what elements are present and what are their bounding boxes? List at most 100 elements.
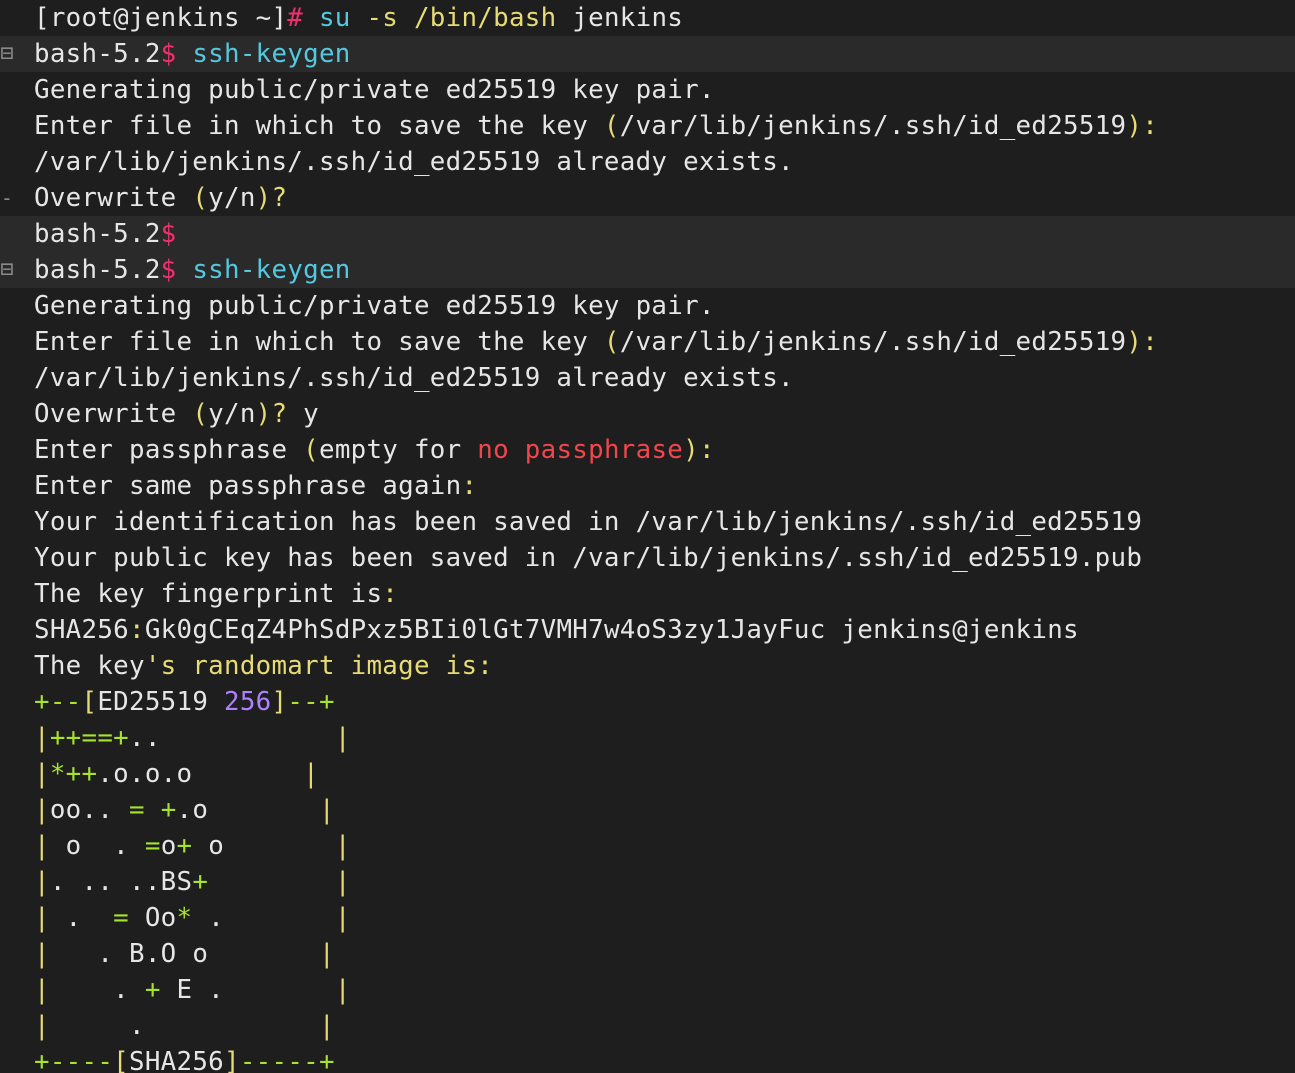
terminal-line: Your identification has been saved in /v… [0,504,1295,540]
terminal-text-segment: Enter file in which to save the key [34,327,604,357]
terminal-text-segment: o . [49,831,145,861]
terminal-text-segment: | [334,903,351,933]
terminal-line: | . | [0,1008,1295,1044]
fold-marker-icon[interactable]: ⊟ [0,36,14,72]
terminal-line: Generating public/private ed25519 key pa… [0,288,1295,324]
terminal-text-segment: )? [255,183,288,213]
terminal-text-segment: 's randomart image is: [144,651,494,681]
terminal-text-segment: The key [34,651,145,681]
terminal-text-segment: /var/lib/jenkins/.ssh/id_ed25519 already… [34,147,794,177]
terminal-text-segment: Enter file in which to save the key [34,111,604,141]
terminal-text-segment: o [160,831,177,861]
terminal-text-segment: --+ [287,687,335,717]
terminal-text-segment: no passphrase [477,435,684,465]
terminal-text-segment: | [334,831,351,861]
terminal-text-segment: ( [192,399,209,429]
terminal-text-segment: Enter same passphrase again [34,471,462,501]
terminal-line: Enter file in which to save the key (/va… [0,324,1295,360]
terminal-text-segment: Your public key has been saved in /var/l… [34,543,1143,573]
terminal-text-segment: ] [271,687,288,717]
terminal-text-segment: . [49,975,145,1005]
terminal-text-segment: | [34,723,50,753]
terminal-text-segment: + [144,975,161,1005]
terminal-text-segment: /var/lib/jenkins/.ssh/id_ed25519 [619,327,1127,357]
terminal-text-segment: )? [255,399,288,429]
terminal-line: [root@jenkins ~]# su -s /bin/bash jenkin… [0,0,1295,36]
terminal-text-segment: # [287,3,304,33]
terminal-line: /var/lib/jenkins/.ssh/id_ed25519 already… [0,360,1295,396]
terminal-line: ⊟ bash-5.2$ ssh-keygen [0,36,1295,72]
terminal-text-segment: ( [603,327,620,357]
terminal-text-segment: | [34,1011,50,1041]
terminal-text-segment: ): [1126,111,1159,141]
terminal-text-segment: bash-5.2 [34,255,161,285]
terminal-text-segment: + [192,867,209,897]
terminal-text-segment: | [34,795,50,825]
terminal-line: |*++.o.o.o | [0,756,1295,792]
terminal-text-segment: E . [160,975,335,1005]
terminal-text-segment: ( [303,435,319,465]
terminal-text-segment: . .. ..BS [49,867,193,897]
terminal-text-segment: : [129,615,145,645]
terminal-text-segment: empty for [318,435,478,465]
terminal-text-segment: | [34,939,50,969]
terminal-text-segment: ( [603,111,620,141]
terminal-text-segment: ): [683,435,715,465]
terminal-text-segment: su [303,3,367,33]
terminal-line: ⊟ bash-5.2$ ssh-keygen [0,252,1295,288]
terminal-text-segment: | [303,759,319,789]
terminal-text-segment: = [144,831,161,861]
terminal-text-segment: Your identification has been saved in /v… [34,507,1143,537]
terminal-text-segment: | [334,723,351,753]
terminal-text-segment: $ [160,219,177,249]
terminal-text-segment: | [319,795,335,825]
terminal-window[interactable]: [root@jenkins ~]# su -s /bin/bash jenkin… [0,0,1295,1073]
terminal-text-segment: -s /bin/bash [366,3,557,33]
terminal-text-segment: ++==+ [49,723,129,753]
terminal-text-segment: ] [224,1047,240,1073]
terminal-line: The key's randomart image is: [0,648,1295,684]
terminal-line: +----[SHA256]-----+ [0,1044,1295,1073]
terminal-text-segment: * [176,903,193,933]
gutter-dash-icon: - [0,186,14,210]
terminal-line: | o . =o+ o | [0,828,1295,864]
terminal-text-segment: | [318,1011,335,1041]
terminal-text-segment: . [49,903,114,933]
terminal-text-segment: /var/lib/jenkins/.ssh/id_ed25519 already… [34,363,794,393]
terminal-line: The key fingerprint is: [0,576,1295,612]
terminal-text-segment: y/n [208,183,256,213]
terminal-text-segment: bash-5.2 [34,39,161,69]
terminal-text-segment: *++ [49,759,98,789]
terminal-text-segment: [ [113,1047,129,1073]
terminal-line: |. .. ..BS+ | [0,864,1295,900]
terminal-line: Enter same passphrase again: [0,468,1295,504]
terminal-text-segment: = [113,903,130,933]
terminal-text-segment: ssh-keygen [176,255,351,285]
terminal-line: | . B.O o | [0,936,1295,972]
terminal-text-segment: Overwrite [34,399,193,429]
terminal-text-segment: /var/lib/jenkins/.ssh/id_ed25519 [619,111,1127,141]
terminal-text-segment: | [34,975,50,1005]
terminal-text-segment: : [461,471,478,501]
fold-marker-icon[interactable]: ⊟ [0,252,14,288]
terminal-line: - Overwrite (y/n)? [0,180,1295,216]
terminal-line: | . = Oo* . | [0,900,1295,936]
terminal-line: Generating public/private ed25519 key pa… [0,72,1295,108]
terminal-text-segment: +---- [34,1047,114,1073]
terminal-text-segment: ( [192,183,209,213]
terminal-text-segment: oo.. [49,795,129,825]
terminal-text-segment: | [318,939,335,969]
terminal-text-segment: Enter passphrase [34,435,304,465]
terminal-text-segment: .o.o.o [97,759,304,789]
terminal-text-segment: [ [81,687,98,717]
terminal-text-segment: | [334,867,351,897]
terminal-line: /var/lib/jenkins/.ssh/id_ed25519 already… [0,144,1295,180]
terminal-text-segment: 256 [224,687,272,717]
terminal-text-segment: Generating public/private ed25519 key pa… [34,75,715,105]
terminal-text-segment: .o [176,795,320,825]
terminal-text-segment: . [49,1011,319,1041]
terminal-line: Enter passphrase (empty for no passphras… [0,432,1295,468]
terminal-text-segment: y [287,399,319,429]
